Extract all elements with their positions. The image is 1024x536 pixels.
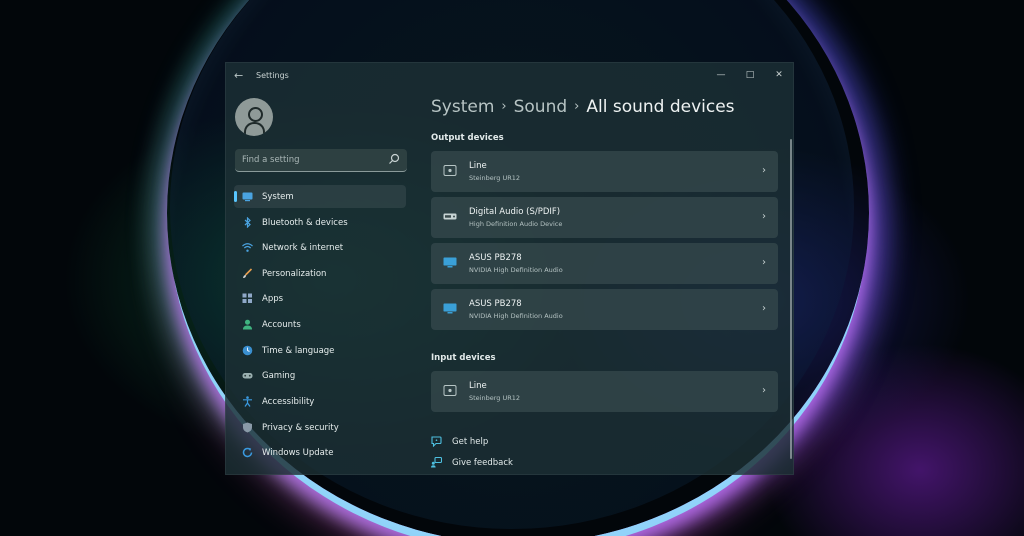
avatar-body-shape <box>244 122 265 134</box>
sidebar-item-label: Accounts <box>262 320 301 330</box>
content-scrollbar[interactable] <box>790 139 792 459</box>
shield-icon <box>243 422 252 433</box>
apps-icon <box>242 293 252 303</box>
sidebar-item-system[interactable]: System <box>234 185 406 208</box>
breadcrumb-sound[interactable]: Sound <box>514 97 568 117</box>
sidebar-item-label: System <box>262 192 294 202</box>
breadcrumb-current: All sound devices <box>586 97 735 117</box>
device-name: ASUS PB278 <box>469 253 522 263</box>
search-box[interactable]: Find a setting <box>235 149 407 172</box>
sidebar-item-privacy-security[interactable]: Privacy & security <box>234 416 406 439</box>
device-description: High Definition Audio Device <box>469 220 563 228</box>
search-icon[interactable] <box>388 153 400 165</box>
sidebar-item-label: Bluetooth & devices <box>262 218 348 228</box>
output-devices-heading: Output devices <box>431 133 504 143</box>
avatar-head-shape <box>248 107 263 122</box>
device-name: Line <box>469 381 487 391</box>
sidebar-item-label: Gaming <box>262 371 296 381</box>
help-chat-icon <box>431 436 442 447</box>
bluetooth-icon <box>244 217 251 228</box>
chevron-right-icon: › <box>762 303 766 314</box>
active-indicator <box>234 191 237 202</box>
sidebar-item-gaming[interactable]: Gaming <box>234 364 406 387</box>
device-name: ASUS PB278 <box>469 299 522 309</box>
device-name: Line <box>469 161 487 171</box>
output-device-asus-2[interactable]: ASUS PB278 NVIDIA High Definition Audio … <box>431 289 778 330</box>
wifi-icon <box>242 243 253 252</box>
system-icon <box>242 192 253 202</box>
get-help-label: Get help <box>452 437 489 447</box>
device-description: Steinberg UR12 <box>469 174 521 182</box>
sidebar-item-windows-update[interactable]: Windows Update <box>234 441 406 464</box>
output-device-spdif[interactable]: Digital Audio (S/PDIF) High Definition A… <box>431 197 778 238</box>
device-description: NVIDIA High Definition Audio <box>469 312 563 320</box>
person-icon <box>243 319 252 330</box>
sidebar-item-accounts[interactable]: Accounts <box>234 313 406 336</box>
spdif-device-icon <box>443 213 457 220</box>
line-jack-icon <box>443 165 457 176</box>
title-bar: ← Settings — □ ✕ <box>226 63 793 89</box>
window-title: Settings <box>256 71 289 80</box>
feedback-icon <box>431 457 442 468</box>
output-device-line[interactable]: Line Steinberg UR12 › <box>431 151 778 192</box>
chevron-right-icon: › <box>762 211 766 222</box>
gamepad-icon <box>242 373 253 379</box>
input-device-line[interactable]: Line Steinberg UR12 › <box>431 371 778 412</box>
chevron-right-icon: › <box>762 257 766 268</box>
device-name: Digital Audio (S/PDIF) <box>469 207 561 217</box>
minimize-button[interactable]: — <box>709 67 733 83</box>
breadcrumb-separator: › <box>574 99 580 114</box>
output-device-asus-1[interactable]: ASUS PB278 NVIDIA High Definition Audio … <box>431 243 778 284</box>
sidebar-item-label: Accessibility <box>262 397 315 407</box>
input-devices-heading: Input devices <box>431 353 496 363</box>
give-feedback-label: Give feedback <box>452 458 513 468</box>
update-icon <box>242 447 253 458</box>
brush-icon <box>243 268 253 278</box>
sidebar-item-personalization[interactable]: Personalization <box>234 262 406 285</box>
monitor-icon <box>443 303 457 314</box>
chevron-right-icon: › <box>762 385 766 396</box>
back-arrow-icon[interactable]: ← <box>234 69 243 82</box>
sidebar-item-apps[interactable]: Apps <box>234 287 406 310</box>
give-feedback-link[interactable]: Give feedback <box>431 455 551 471</box>
sidebar-item-accessibility[interactable]: Accessibility <box>234 390 406 413</box>
sidebar-item-time-language[interactable]: Time & language <box>234 339 406 362</box>
globe-clock-icon <box>242 345 253 356</box>
chevron-right-icon: › <box>762 165 766 176</box>
settings-window: ← Settings — □ ✕ Find a setting System B… <box>225 62 794 475</box>
device-description: NVIDIA High Definition Audio <box>469 266 563 274</box>
accessibility-icon <box>243 396 252 407</box>
line-jack-icon <box>443 385 457 396</box>
breadcrumb: System › Sound › All sound devices <box>431 97 735 117</box>
monitor-icon <box>443 257 457 268</box>
avatar[interactable] <box>235 98 273 136</box>
maximize-button[interactable]: □ <box>738 67 762 83</box>
sidebar-item-label: Apps <box>262 294 284 304</box>
get-help-link[interactable]: Get help <box>431 434 551 450</box>
sidebar-item-label: Privacy & security <box>262 423 339 433</box>
device-description: Steinberg UR12 <box>469 394 521 402</box>
sidebar-item-bluetooth[interactable]: Bluetooth & devices <box>234 211 406 234</box>
breadcrumb-separator: › <box>501 99 507 114</box>
search-input[interactable]: Find a setting <box>242 155 300 165</box>
sidebar-item-label: Time & language <box>262 346 335 356</box>
sidebar-item-label: Network & internet <box>262 243 344 253</box>
sidebar-item-label: Personalization <box>262 269 327 279</box>
sidebar-item-label: Windows Update <box>262 448 334 458</box>
sidebar: Find a setting System Bluetooth & device… <box>226 89 416 474</box>
sidebar-item-network[interactable]: Network & internet <box>234 236 406 259</box>
breadcrumb-system[interactable]: System <box>431 97 494 117</box>
close-button[interactable]: ✕ <box>767 67 791 83</box>
